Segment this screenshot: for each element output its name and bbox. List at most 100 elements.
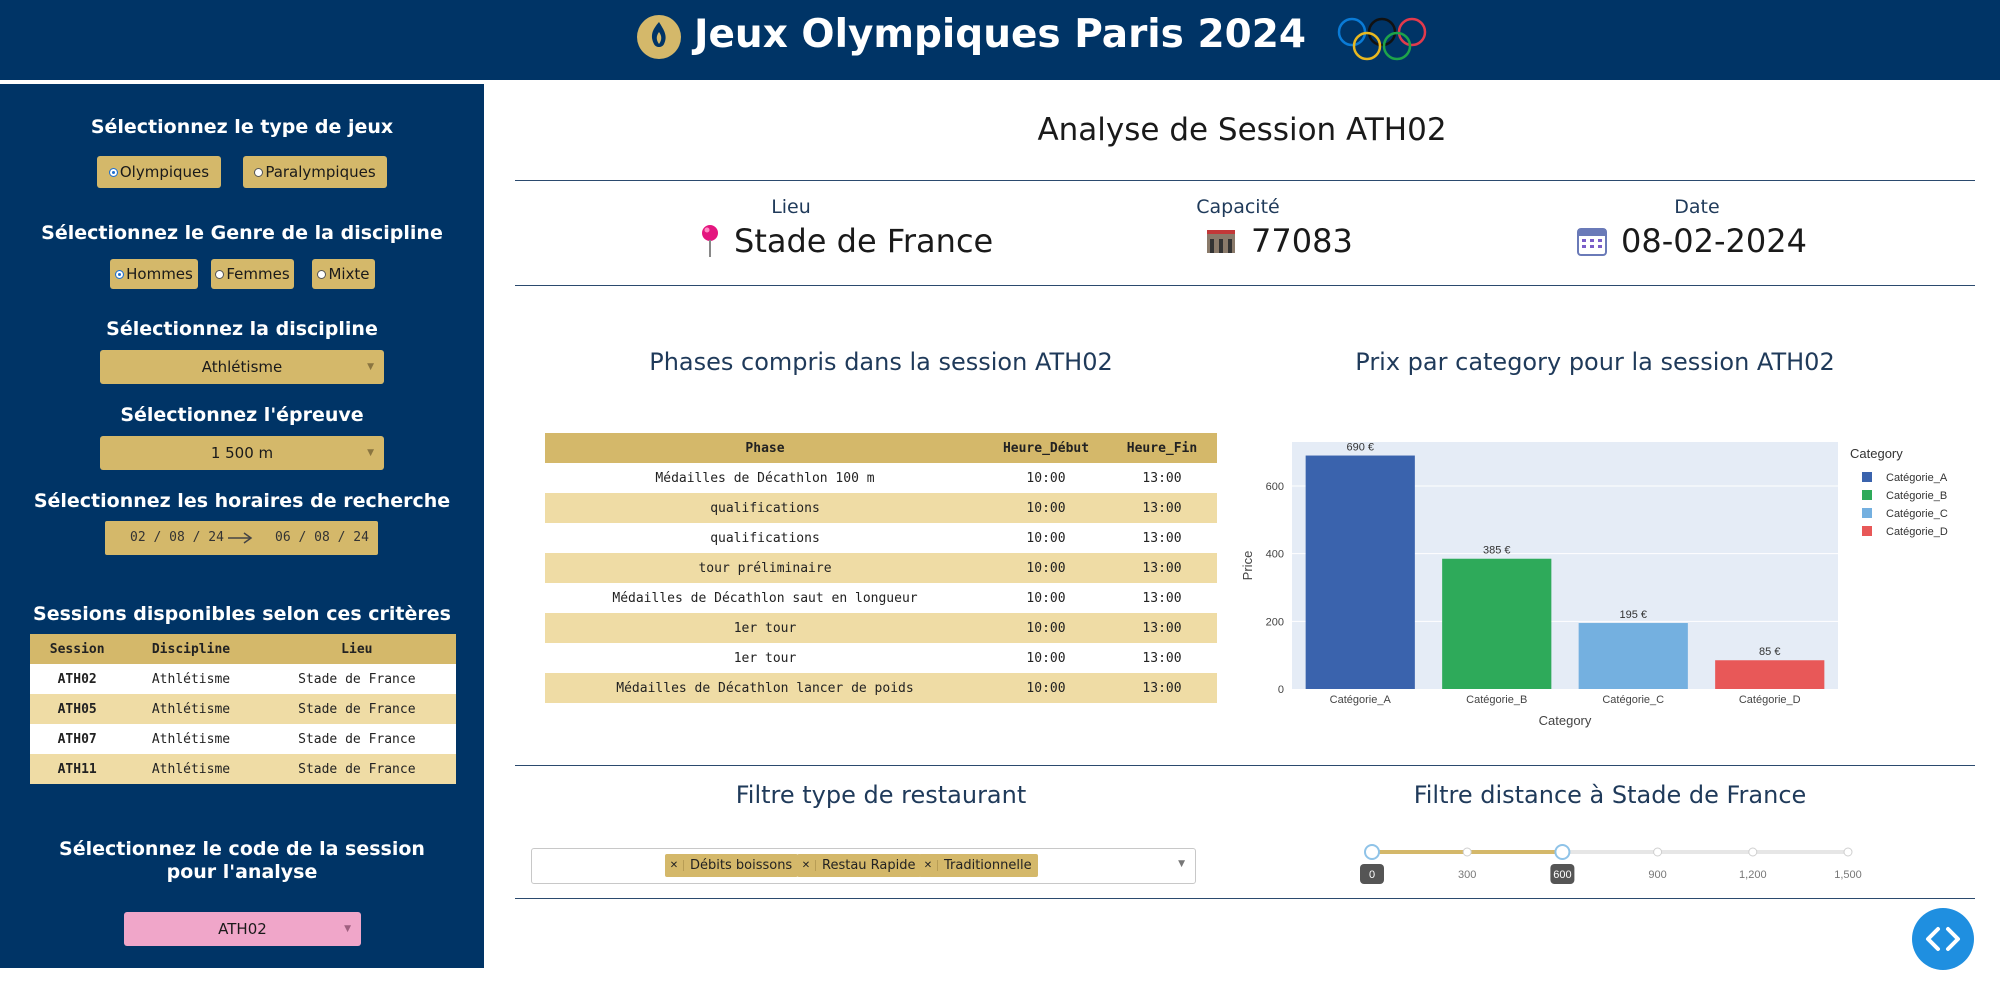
chevron-down-icon: ▼ <box>367 362 374 372</box>
header-title: Jeux Olympiques Paris 2024 <box>693 12 1307 57</box>
distance-range-slider[interactable]: 0 300 600 900 1,200 1,500 <box>1355 840 1875 900</box>
table-row[interactable]: qualifications 10:00 13:00 <box>545 493 1217 523</box>
restaurant-tag[interactable]: ✕ Traditionnelle <box>919 854 1038 877</box>
capacite-label: Capacité <box>1196 196 1280 218</box>
table-row[interactable]: 1er tour 10:00 13:00 <box>545 613 1217 643</box>
slider-handle-min[interactable] <box>1364 844 1380 860</box>
chevron-down-icon[interactable]: ▼ <box>1178 859 1185 869</box>
sessions-table: Session Discipline Lieu ATH02 Athlétisme… <box>30 634 456 784</box>
gender-heading: Sélectionnez le Genre de la discipline <box>41 222 443 244</box>
bar-cat-gorie-b <box>1442 558 1552 689</box>
col-header[interactable]: Discipline <box>124 634 258 664</box>
calendar-icon <box>1577 228 1607 256</box>
code-toggle-button[interactable] <box>1912 908 1974 970</box>
table-header-row: Phase Heure_Début Heure_Fin <box>545 433 1217 463</box>
table-cell: 13:00 <box>1107 523 1217 553</box>
remove-tag-icon[interactable]: ✕ <box>919 860 938 871</box>
chevron-down-icon: ▼ <box>367 448 374 458</box>
restaurant-tag[interactable]: ✕ Restau Rapide <box>797 854 922 877</box>
table-row[interactable]: ATH11 Athlétisme Stade de France <box>30 754 456 784</box>
olympic-rings-icon <box>1337 17 1427 61</box>
table-cell: Stade de France <box>257 694 456 724</box>
divider <box>515 180 1975 181</box>
table-cell: 10:00 <box>985 553 1107 583</box>
radio-paralympiques[interactable]: Paralympiques <box>243 156 387 188</box>
table-cell: 10:00 <box>985 673 1107 703</box>
restaurant-tag[interactable]: ✕ Débits boissons <box>665 854 799 877</box>
date-end[interactable]: 06 / 08 / 24 <box>275 530 369 545</box>
radio-label: Hommes <box>126 265 193 283</box>
col-header[interactable]: Heure_Fin <box>1107 433 1217 463</box>
table-row[interactable]: ATH07 Athlétisme Stade de France <box>30 724 456 754</box>
dates-heading: Sélectionnez les horaires de recherche <box>33 490 451 512</box>
discipline-value: Athlétisme <box>201 358 283 376</box>
radio-femmes[interactable]: Femmes <box>211 259 294 289</box>
col-header[interactable]: Heure_Début <box>985 433 1107 463</box>
table-cell: ATH11 <box>30 754 125 784</box>
table-row[interactable]: 1er tour 10:00 13:00 <box>545 643 1217 673</box>
slider-tick-label: 1,500 <box>1834 869 1862 881</box>
radio-dot <box>254 167 264 177</box>
lieu-value: Stade de France <box>734 222 994 260</box>
legend-item: Catégorie_C <box>1886 508 1948 520</box>
col-header[interactable]: Lieu <box>257 634 456 664</box>
slider-handle-max[interactable] <box>1554 844 1571 860</box>
table-row[interactable]: Médailles de Décathlon saut en longueur 1… <box>545 583 1217 613</box>
x-tick-label: Catégorie_C <box>1602 694 1664 706</box>
lieu-label: Lieu <box>771 196 811 218</box>
restaurant-type-multiselect[interactable]: ✕ Débits boissons ✕ Restau Rapide ✕ Traditi… <box>531 848 1196 884</box>
x-tick-label: Catégorie_D <box>1739 694 1801 706</box>
table-cell: Médailles de Décathlon saut en longueur <box>545 583 985 613</box>
table-cell: 1er tour <box>545 643 985 673</box>
data-label: 195 € <box>1619 609 1647 621</box>
date-range-picker[interactable]: 02 / 08 / 24 06 / 08 / 24 <box>105 521 378 555</box>
bar-cat-gorie-d <box>1715 660 1825 689</box>
date-start[interactable]: 02 / 08 / 24 <box>130 530 224 545</box>
discipline-dropdown[interactable]: Athlétisme ▼ <box>100 350 384 384</box>
table-row[interactable]: ATH02 Athlétisme Stade de France <box>30 664 456 694</box>
lieu-value-group: Stade de France <box>700 222 993 260</box>
legend-item: Catégorie_B <box>1886 490 1947 502</box>
table-row[interactable]: tour préliminaire 10:00 13:00 <box>545 553 1217 583</box>
table-cell: Médailles de Décathlon 100 m <box>545 463 985 493</box>
table-cell: 13:00 <box>1107 643 1217 673</box>
map-pin-icon <box>702 225 718 257</box>
slider-tick-label: 600 <box>1553 869 1571 881</box>
data-label: 690 € <box>1346 442 1374 454</box>
legend-swatch <box>1862 472 1872 482</box>
radio-olympiques[interactable]: Olympiques <box>97 156 221 188</box>
data-label: 85 € <box>1759 646 1780 658</box>
arrow-right-icon <box>228 532 253 544</box>
table-row[interactable]: qualifications 10:00 13:00 <box>545 523 1217 553</box>
date-value: 08-02-2024 <box>1621 222 1807 260</box>
table-header-row: Session Discipline Lieu <box>30 634 456 664</box>
divider <box>515 285 1975 286</box>
radio-dot <box>215 269 225 279</box>
divider <box>515 765 1975 766</box>
session-code-dropdown[interactable]: ATH02 ▼ <box>124 912 361 946</box>
table-row[interactable]: ATH05 Athlétisme Stade de France <box>30 694 456 724</box>
event-dropdown[interactable]: 1 500 m ▼ <box>100 436 384 470</box>
price-bar-chart: 0 200 400 600 690 € Catégorie_A 385 € Catégorie… <box>1240 442 1948 728</box>
date-label: Date <box>1674 196 1720 218</box>
table-cell: 1er tour <box>545 613 985 643</box>
remove-tag-icon[interactable]: ✕ <box>797 860 816 871</box>
table-cell: 13:00 <box>1107 673 1217 703</box>
radio-hommes[interactable]: Hommes <box>110 259 198 289</box>
bar-cat-gorie-c <box>1578 623 1688 689</box>
table-cell: Athlétisme <box>124 664 258 694</box>
phases-table: Phase Heure_Début Heure_Fin Médailles de… <box>545 433 1217 703</box>
table-cell: ATH07 <box>30 724 125 754</box>
table-row[interactable]: Médailles de Décathlon 100 m 10:00 13:00 <box>545 463 1217 493</box>
table-row[interactable]: Médailles de Décathlon lancer de poids 10… <box>545 673 1217 703</box>
col-header[interactable]: Session <box>30 634 125 664</box>
tag-label: Débits boissons <box>690 858 793 873</box>
radio-mixte[interactable]: Mixte <box>312 259 375 289</box>
radio-dot <box>317 269 327 279</box>
stadium-icon <box>1207 230 1235 253</box>
page-title: Analyse de Session ATH02 <box>1037 112 1447 148</box>
session-code-heading: Sélectionnez le code de la session pour … <box>59 838 425 883</box>
remove-tag-icon[interactable]: ✕ <box>665 860 684 871</box>
col-header[interactable]: Phase <box>545 433 985 463</box>
table-cell: 13:00 <box>1107 493 1217 523</box>
